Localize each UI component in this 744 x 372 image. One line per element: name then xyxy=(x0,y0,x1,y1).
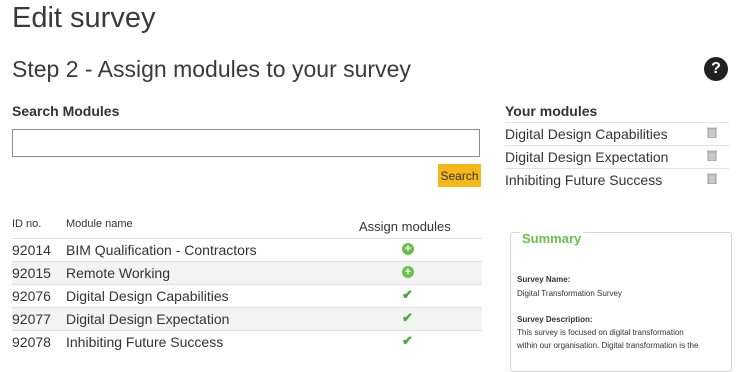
assign-cell: ✔ xyxy=(402,288,416,302)
survey-description-label: Survey Description: xyxy=(517,315,593,324)
add-module-icon[interactable]: + xyxy=(402,266,414,278)
list-item: Digital Design Expectation xyxy=(505,145,729,168)
your-modules-heading: Your modules xyxy=(505,103,598,119)
module-id: 92076 xyxy=(12,288,51,304)
module-name: Digital Design Capabilities xyxy=(66,288,229,304)
help-icon[interactable]: ? xyxy=(704,57,728,81)
your-module-label: Inhibiting Future Success xyxy=(505,172,663,188)
list-item: Digital Design Capabilities xyxy=(505,122,729,145)
search-input[interactable] xyxy=(12,129,480,157)
module-id: 92015 xyxy=(12,265,51,281)
module-id: 92078 xyxy=(12,334,51,350)
table-row: 92015 Remote Working + xyxy=(12,261,482,284)
your-module-label: Digital Design Expectation xyxy=(505,149,669,165)
search-modules-heading: Search Modules xyxy=(12,103,120,119)
module-name: Digital Design Expectation xyxy=(66,311,230,327)
remove-icon[interactable] xyxy=(707,173,717,184)
module-name: BIM Qualification - Contractors xyxy=(66,242,257,258)
module-name: Remote Working xyxy=(66,265,171,281)
your-modules-list: Digital Design Capabilities Digital Desi… xyxy=(505,122,729,191)
column-header-id: ID no. xyxy=(12,218,42,230)
table-row: 92014 BIM Qualification - Contractors + xyxy=(12,238,482,261)
search-button[interactable]: Search xyxy=(438,164,481,187)
assign-cell: + xyxy=(402,242,416,256)
survey-description-line: This survey is focused on digital transf… xyxy=(517,328,684,337)
summary-title: Summary xyxy=(520,231,584,246)
module-id: 92014 xyxy=(12,242,51,258)
checkmark-icon: ✔ xyxy=(402,333,413,348)
step-title: Step 2 - Assign modules to your survey xyxy=(12,56,411,82)
summary-panel: Summary Survey Name: Digital Transformat… xyxy=(510,231,732,372)
table-row: 92078 Inhibiting Future Success ✔ xyxy=(12,330,482,353)
assign-cell: ✔ xyxy=(402,311,416,325)
your-module-label: Digital Design Capabilities xyxy=(505,126,668,142)
page-title: Edit survey xyxy=(12,2,156,34)
survey-name-label: Survey Name: xyxy=(517,275,571,284)
column-header-name: Module name xyxy=(66,218,133,230)
survey-name-value: Digital Transformation Survey xyxy=(517,289,622,298)
table-row: 92077 Digital Design Expectation ✔ xyxy=(12,307,482,330)
checkmark-icon: ✔ xyxy=(402,310,413,325)
checkmark-icon: ✔ xyxy=(402,287,413,302)
add-module-icon[interactable]: + xyxy=(402,243,414,255)
module-name: Inhibiting Future Success xyxy=(66,334,224,350)
remove-icon[interactable] xyxy=(707,127,717,138)
assign-cell: + xyxy=(402,265,416,279)
table-row: 92076 Digital Design Capabilities ✔ xyxy=(12,284,482,307)
survey-description-line: within our organisation. Digital transfo… xyxy=(517,341,699,350)
column-header-assign: Assign modules xyxy=(359,219,451,234)
remove-icon[interactable] xyxy=(707,150,717,161)
list-item: Inhibiting Future Success xyxy=(505,168,729,191)
module-id: 92077 xyxy=(12,311,51,327)
assign-cell: ✔ xyxy=(402,334,416,348)
modules-table: 92014 BIM Qualification - Contractors + … xyxy=(12,238,482,353)
